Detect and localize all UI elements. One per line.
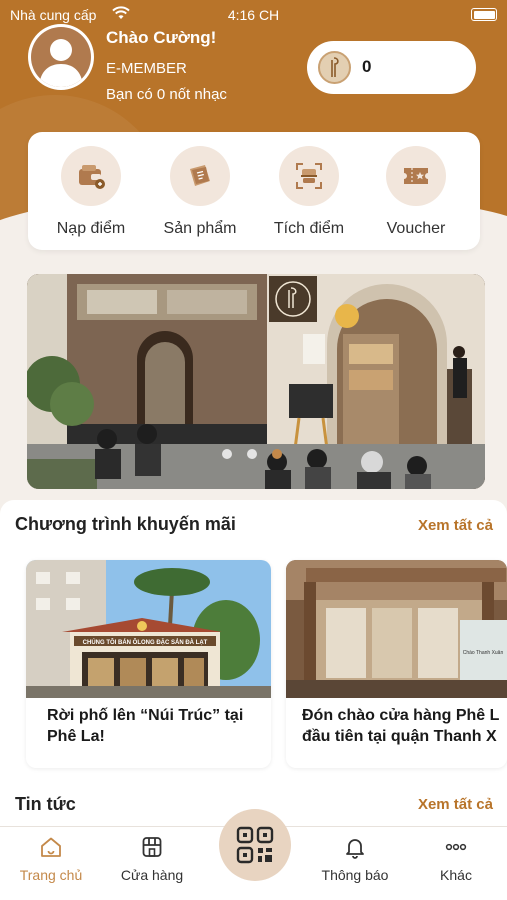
points-balance[interactable]: 0 xyxy=(307,41,476,94)
tab-label: Trang chủ xyxy=(19,867,83,883)
coin-icon xyxy=(318,51,351,84)
status-bar: Nhà cung cấp 4:16 CH xyxy=(0,0,507,30)
tab-label: Thông báo xyxy=(321,867,389,883)
wallet-icon xyxy=(61,146,121,206)
user-silhouette-icon xyxy=(39,39,83,87)
promotions-see-all-link[interactable]: Xem tất cả xyxy=(418,517,493,534)
action-products[interactable]: Sản phẩm xyxy=(150,146,250,242)
promotions-title: Chương trình khuyến mãi xyxy=(15,514,236,534)
pagination-dot[interactable] xyxy=(221,449,232,459)
tab-label: Cửa hàng xyxy=(120,867,184,883)
points-value: 0 xyxy=(362,57,372,76)
action-voucher[interactable]: Voucher xyxy=(366,146,466,242)
product-icon xyxy=(170,146,230,206)
promo-card[interactable]: Chào Thanh Xuân Đón chào cửa hàng Phê L … xyxy=(286,560,507,768)
promo-card-title: Rời phố lên “Núi Trúc” tại Phê La! xyxy=(47,707,244,745)
quick-actions: Nạp điểm Sản phẩm Tích điểm Voucher xyxy=(28,132,480,250)
pagination-dot[interactable] xyxy=(246,449,257,459)
notes-count: Bạn có 0 nốt nhạc xyxy=(106,86,227,103)
store-icon xyxy=(142,837,162,857)
action-earn-points[interactable]: Tích điểm xyxy=(259,146,359,242)
news-see-all-link[interactable]: Xem tất cả xyxy=(418,796,493,813)
news-title: Tin tức xyxy=(15,794,76,814)
tab-label: Khác xyxy=(440,867,472,883)
action-label: Nạp điểm xyxy=(56,220,126,237)
bell-icon xyxy=(346,839,364,859)
pagination-dot-active[interactable] xyxy=(271,449,282,459)
tab-home[interactable]: Trang chủ xyxy=(6,835,96,883)
scan-points-icon xyxy=(279,146,339,206)
more-dots-icon xyxy=(445,843,467,851)
tab-stores[interactable]: Cửa hàng xyxy=(107,835,197,883)
promo-card[interactable]: CHÚNG TÔI BÁN ÔLONG ĐẶC SẢN ĐÀ LẠT Rời p… xyxy=(26,560,271,768)
promo-card-image: CHÚNG TÔI BÁN ÔLONG ĐẶC SẢN ĐÀ LẠT xyxy=(26,560,271,698)
promo-card-title: Đón chào cửa hàng Phê L đầu tiên tại quậ… xyxy=(302,707,500,745)
tab-more[interactable]: Khác xyxy=(411,835,501,883)
action-top-up[interactable]: Nạp điểm xyxy=(41,146,141,242)
clock: 4:16 CH xyxy=(227,7,280,23)
home-icon xyxy=(41,837,61,857)
voucher-icon xyxy=(386,146,446,206)
action-label: Voucher xyxy=(386,220,446,237)
qr-code-icon xyxy=(236,826,274,864)
tab-notifications[interactable]: Thông báo xyxy=(310,835,400,883)
greeting: Chào Cường! xyxy=(106,28,217,47)
member-tier: E-MEMBER xyxy=(106,60,187,77)
battery-icon xyxy=(471,8,497,21)
qr-scan-button[interactable] xyxy=(219,809,291,881)
action-label: Tích điểm xyxy=(273,220,345,237)
promo-sign-text: CHÚNG TÔI BÁN ÔLONG ĐẶC SẢN ĐÀ LẠT xyxy=(83,638,208,646)
action-label: Sản phẩm xyxy=(163,220,237,237)
banner-pagination xyxy=(0,447,507,465)
avatar[interactable] xyxy=(28,24,94,90)
promo-sign-text: Chào Thanh Xuân xyxy=(463,650,504,656)
promo-card-image: Chào Thanh Xuân xyxy=(286,560,507,698)
